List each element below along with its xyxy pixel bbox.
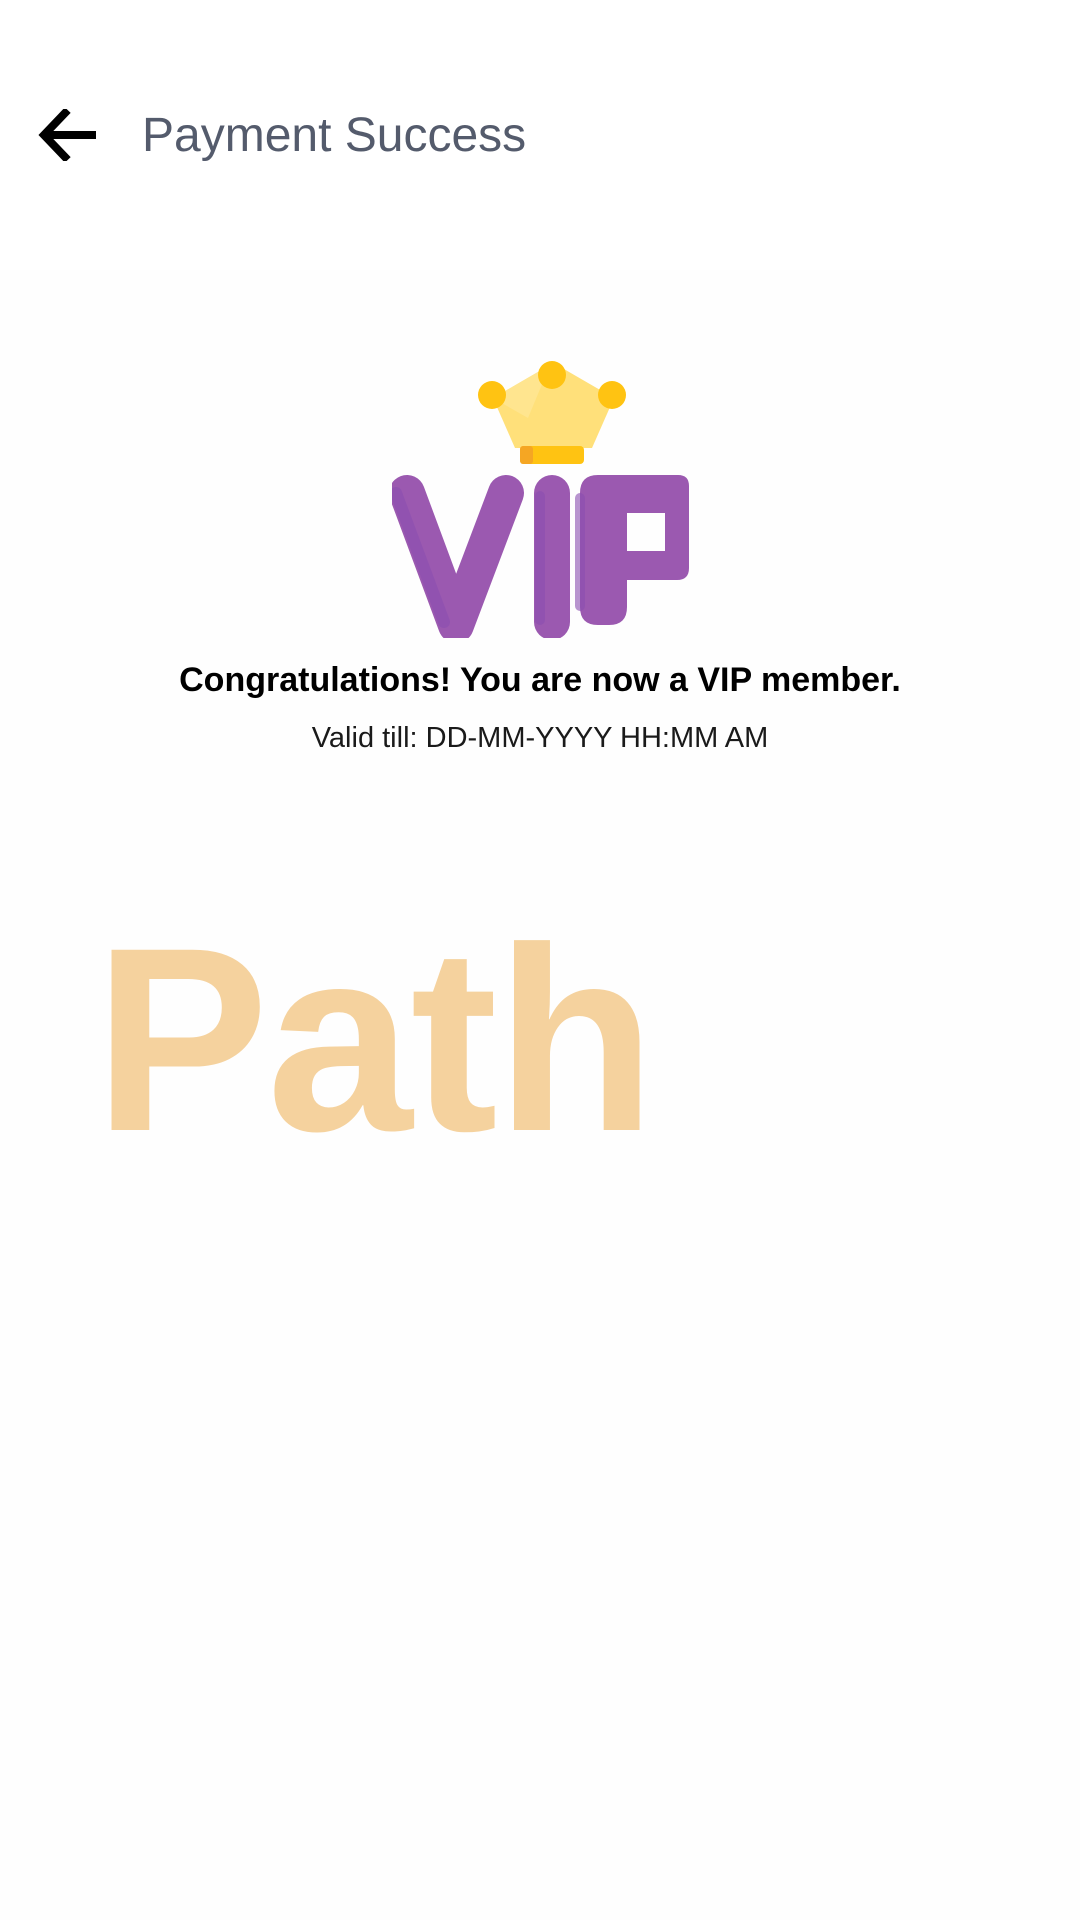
page-title: Payment Success: [142, 109, 527, 162]
validity-text: Valid till: DD-MM-YYYY HH:MM AM: [311, 722, 769, 754]
vip-crown-icon: [392, 361, 689, 638]
letter-i-icon: [534, 475, 570, 638]
vip-badge: [392, 358, 692, 638]
crown-icon: [478, 361, 626, 464]
back-button[interactable]: [30, 100, 106, 170]
arrow-left-icon: [38, 109, 96, 161]
path-watermark: Path: [94, 893, 656, 1186]
letter-p-icon: [575, 475, 689, 625]
letter-v-icon: [392, 475, 524, 638]
congratulations-message: Congratulations! You are now a VIP membe…: [179, 661, 901, 699]
app-bar: Payment Success: [0, 0, 1080, 270]
